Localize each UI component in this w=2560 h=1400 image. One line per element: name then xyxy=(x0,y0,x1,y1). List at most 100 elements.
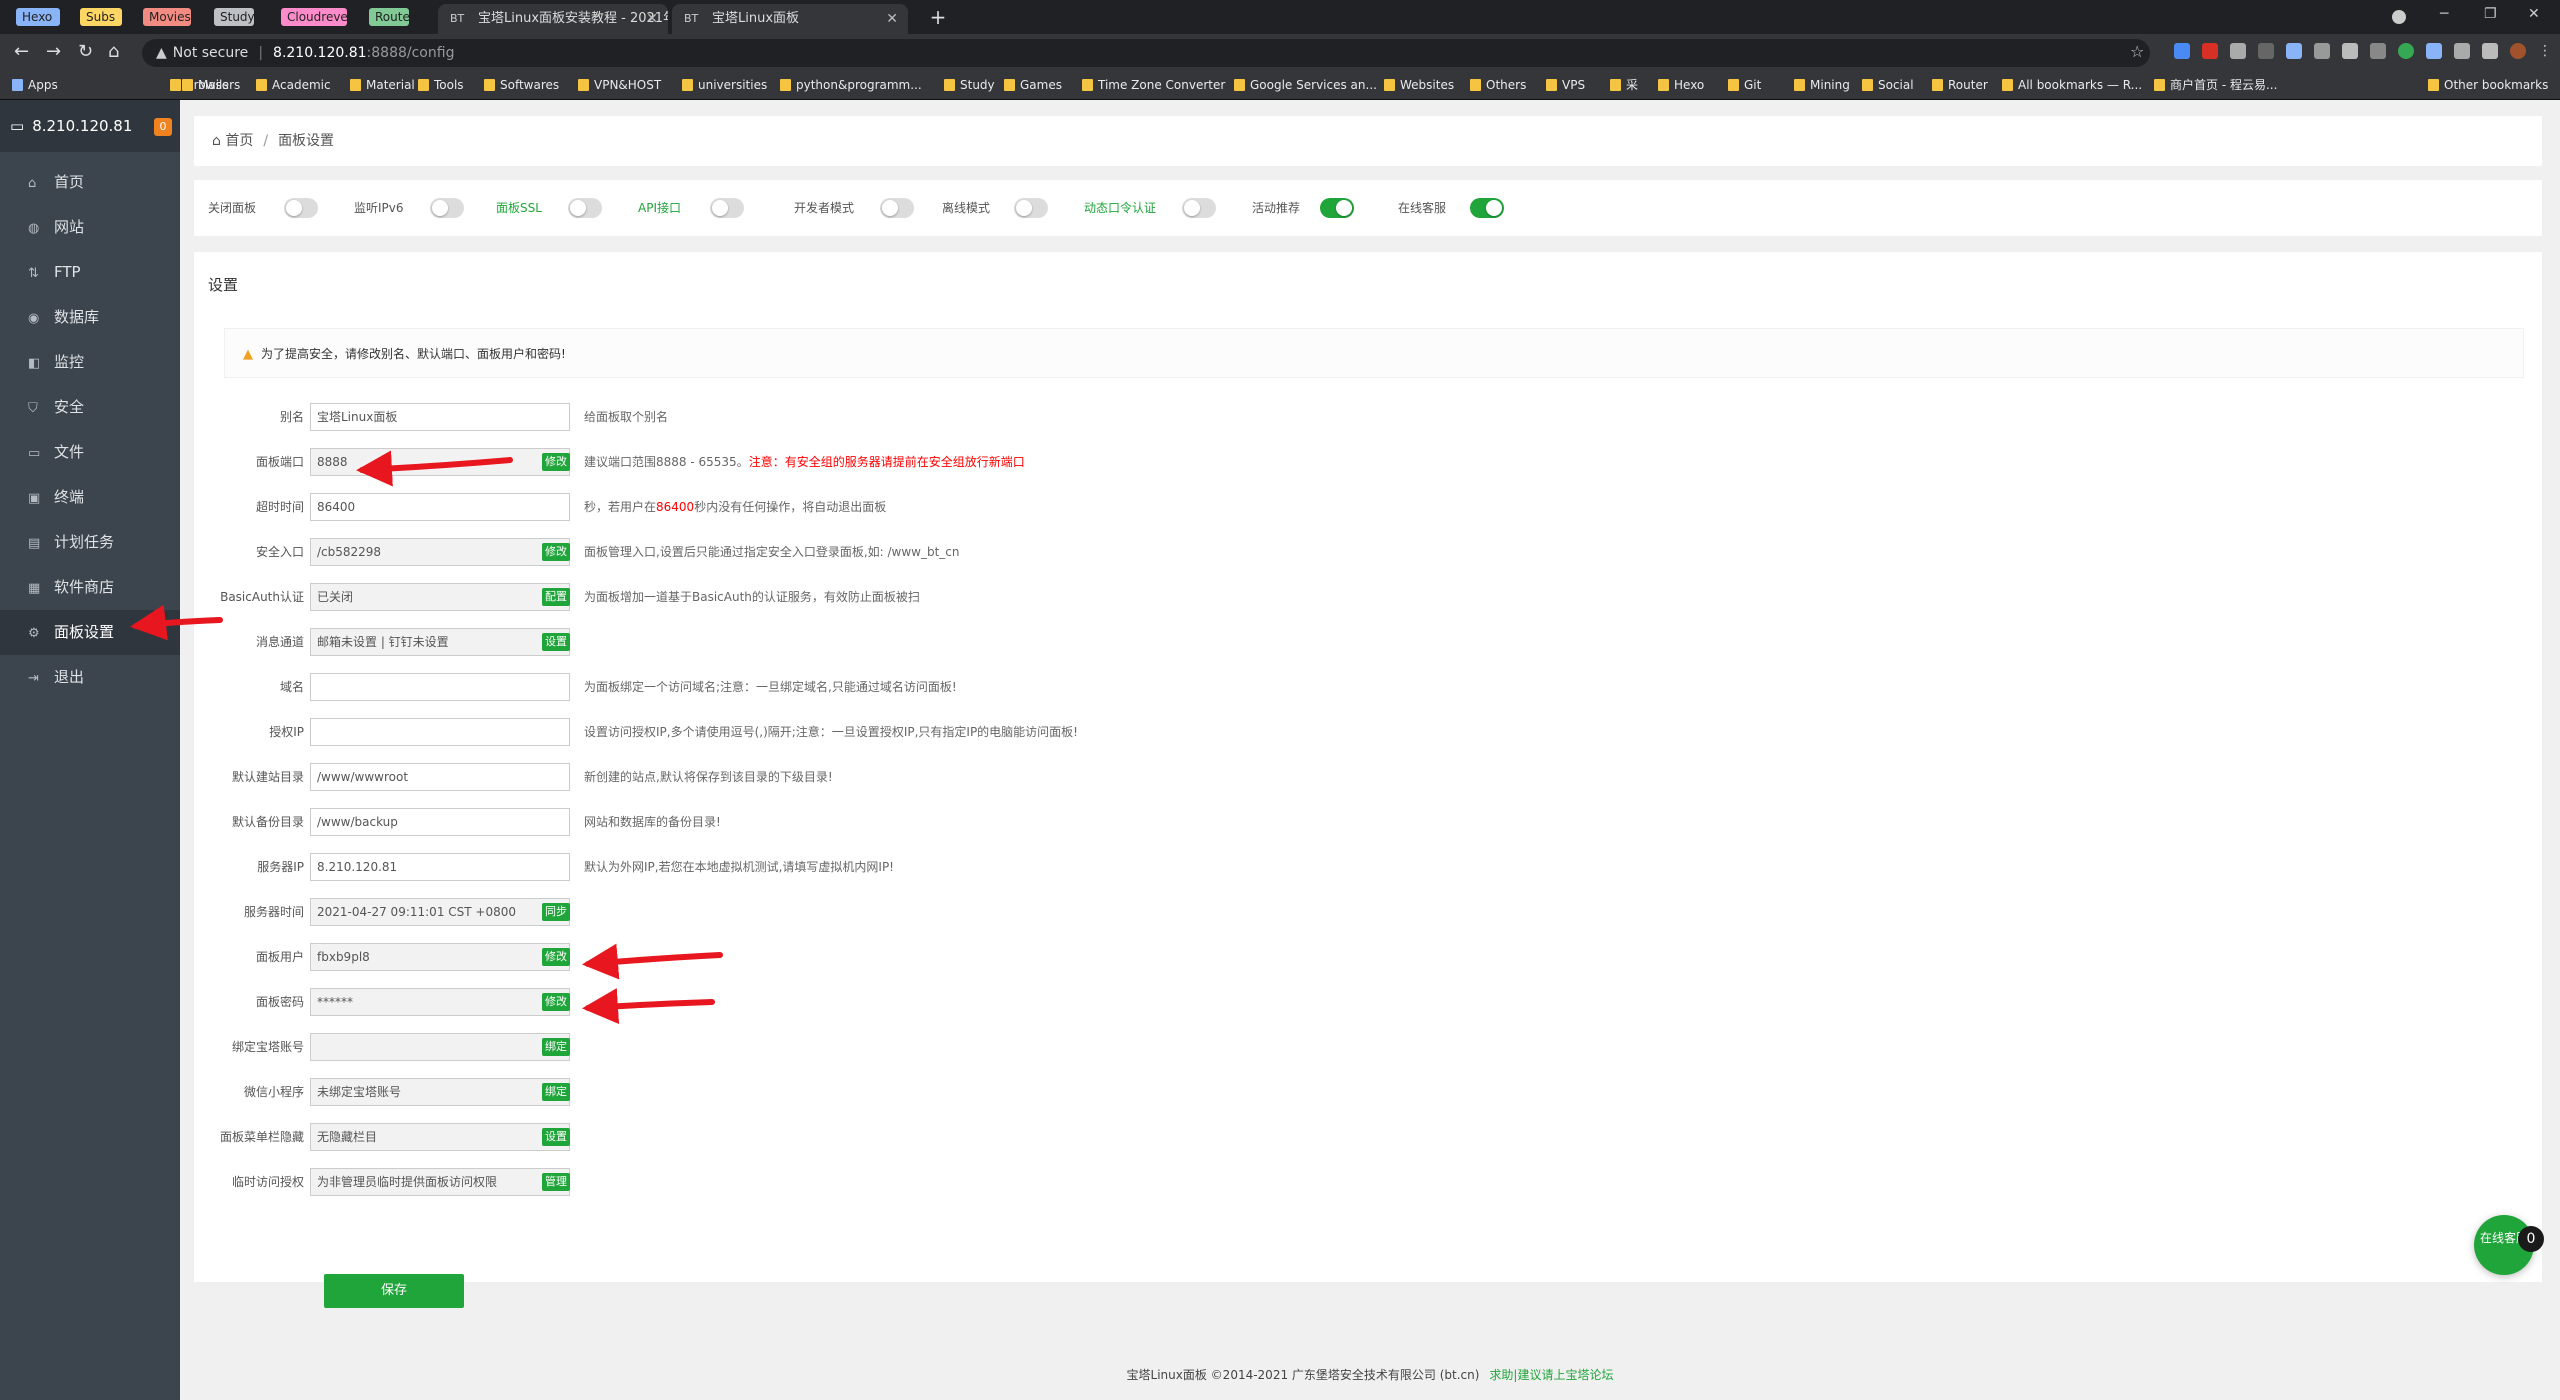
setting-input[interactable]: ****** xyxy=(310,988,570,1016)
tab-active[interactable]: BT 宝塔Linux面板 ✕ xyxy=(672,4,908,34)
bookmark-folder[interactable]: universities xyxy=(682,76,767,94)
sidebar-item-11[interactable]: ⚙ 面板设置 xyxy=(0,610,180,655)
sidebar-item-2[interactable]: ◍ 网站 xyxy=(0,205,180,250)
address-bar[interactable]: ▲ Not secure | 8.210.120.81:8888/config xyxy=(142,39,2150,67)
sidebar-item-6[interactable]: ⛉ 安全 xyxy=(0,385,180,430)
setting-input[interactable] xyxy=(310,718,570,746)
breadcrumb-home[interactable]: 首页 xyxy=(225,133,253,149)
toggle-switch[interactable] xyxy=(1470,198,1504,218)
extension-icon[interactable] xyxy=(2230,43,2246,59)
setting-input[interactable]: 86400 xyxy=(310,493,570,521)
setting-action-button[interactable]: 修改 xyxy=(542,453,570,471)
setting-input[interactable]: fbxb9pl8 xyxy=(310,943,570,971)
bookmark-folder[interactable]: Other bookmarks xyxy=(2428,76,2548,94)
minimize-icon[interactable]: ─ xyxy=(2440,6,2448,22)
setting-input[interactable] xyxy=(310,673,570,701)
setting-input[interactable]: 邮箱未设置 | 钉钉未设置 xyxy=(310,628,570,656)
tab-group-subs[interactable]: Subs xyxy=(80,8,122,26)
tab-group-study[interactable]: Study xyxy=(214,8,255,26)
extension-icon[interactable] xyxy=(2314,43,2330,59)
extension-icon[interactable] xyxy=(2286,43,2302,59)
bookmark-folder[interactable]: Mails xyxy=(182,76,229,94)
setting-action-button[interactable]: 修改 xyxy=(542,543,570,561)
tab-group-router[interactable]: Router xyxy=(369,8,415,26)
setting-action-button[interactable]: 设置 xyxy=(542,633,570,651)
setting-input[interactable]: 8888 xyxy=(310,448,570,476)
sidebar-item-9[interactable]: ▤ 计划任务 xyxy=(0,520,180,565)
extension-icon[interactable] xyxy=(2426,43,2442,59)
bookmark-folder[interactable]: Others xyxy=(1470,76,1526,94)
bookmark-folder[interactable]: Social xyxy=(1862,76,1914,94)
bookmark-folder[interactable]: Google Services an... xyxy=(1234,76,1377,94)
close-tab-icon[interactable]: ✕ xyxy=(646,4,658,34)
home-icon[interactable]: ⌂ xyxy=(108,42,119,62)
menu-dots-icon[interactable]: ⋮ xyxy=(2538,43,2554,59)
profile-icon[interactable] xyxy=(2392,10,2406,24)
extension-icon[interactable] xyxy=(2342,43,2358,59)
adblock-extension-icon[interactable] xyxy=(2202,43,2218,59)
toggle-switch[interactable] xyxy=(284,198,318,218)
bookmark-folder[interactable]: Mining xyxy=(1794,76,1850,94)
bookmark-folder[interactable]: Router xyxy=(1932,76,1988,94)
translate-extension-icon[interactable] xyxy=(2174,43,2190,59)
extension-icon[interactable] xyxy=(2258,43,2274,59)
setting-action-button[interactable]: 配置 xyxy=(542,588,570,606)
bookmark-folder[interactable]: Softwares xyxy=(484,76,559,94)
tab-group-hexo[interactable]: Hexo xyxy=(16,8,60,26)
setting-input[interactable]: /www/wwwroot xyxy=(310,763,570,791)
bookmark-folder[interactable]: Git xyxy=(1728,76,1761,94)
apps-shortcut[interactable]: Apps xyxy=(12,76,58,94)
setting-input[interactable] xyxy=(310,1033,570,1061)
new-tab-button[interactable]: + xyxy=(923,4,953,30)
bookmark-folder[interactable]: 商户首页 - 程云易... xyxy=(2154,76,2277,94)
extension-icon[interactable] xyxy=(2370,43,2386,59)
sidebar-item-5[interactable]: ◧ 监控 xyxy=(0,340,180,385)
close-window-icon[interactable]: ✕ xyxy=(2528,6,2540,22)
sidebar-item-1[interactable]: ⌂ 首页 xyxy=(0,160,180,205)
setting-input[interactable]: 为非管理员临时提供面板访问权限 xyxy=(310,1168,570,1196)
bookmark-folder[interactable]: All bookmarks — R... xyxy=(2002,76,2142,94)
toggle-switch[interactable] xyxy=(1320,198,1354,218)
sidebar-item-8[interactable]: ▣ 终端 xyxy=(0,475,180,520)
bookmark-star-icon[interactable]: ☆ xyxy=(2130,42,2144,61)
sidebar-item-12[interactable]: ⇥ 退出 xyxy=(0,655,180,700)
toggle-switch[interactable] xyxy=(710,198,744,218)
bookmark-folder[interactable]: Hexo xyxy=(1658,76,1704,94)
notification-badge[interactable]: 0 xyxy=(154,118,172,136)
toggle-switch[interactable] xyxy=(1014,198,1048,218)
toggle-switch[interactable] xyxy=(880,198,914,218)
bookmark-folder[interactable]: Websites xyxy=(1384,76,1454,94)
setting-action-button[interactable]: 管理 xyxy=(542,1173,570,1191)
setting-input[interactable]: 2021-04-27 09:11:01 CST +0800 xyxy=(310,898,570,926)
setting-input[interactable]: 8.210.120.81 xyxy=(310,853,570,881)
puzzle-extensions-icon[interactable] xyxy=(2482,43,2498,59)
setting-action-button[interactable]: 绑定 xyxy=(542,1038,570,1056)
tab-group-cloudreve[interactable]: Cloudreve xyxy=(281,8,348,26)
forum-link[interactable]: 求助|建议请上宝塔论坛 xyxy=(1489,1368,1613,1382)
bookmark-folder[interactable]: Tools xyxy=(418,76,464,94)
restore-icon[interactable]: ❐ xyxy=(2484,6,2497,22)
tab-inactive[interactable]: BT 宝塔Linux面板安装教程 - 2021年 ✕ xyxy=(438,4,668,34)
home-icon[interactable]: ⌂ xyxy=(212,133,221,149)
bookmark-folder[interactable]: VPN&HOST xyxy=(578,76,661,94)
toggle-switch[interactable] xyxy=(568,198,602,218)
forward-icon[interactable]: → xyxy=(46,42,61,62)
tab-group-movies[interactable]: Movies xyxy=(143,8,191,26)
setting-action-button[interactable]: 同步 xyxy=(542,903,570,921)
bookmark-folder[interactable]: Time Zone Converter xyxy=(1082,76,1225,94)
bookmark-folder[interactable]: Games xyxy=(1004,76,1062,94)
sidebar-item-7[interactable]: ▭ 文件 xyxy=(0,430,180,475)
bookmark-folder[interactable]: 采 xyxy=(1610,76,1638,94)
bookmark-folder[interactable]: python&programm... xyxy=(780,76,922,94)
setting-input[interactable]: /www/backup xyxy=(310,808,570,836)
setting-action-button[interactable]: 修改 xyxy=(542,948,570,966)
setting-action-button[interactable]: 修改 xyxy=(542,993,570,1011)
sidebar-item-10[interactable]: ▦ 软件商店 xyxy=(0,565,180,610)
setting-action-button[interactable]: 绑定 xyxy=(542,1083,570,1101)
bookmark-folder[interactable]: Academic xyxy=(256,76,331,94)
sidebar-item-3[interactable]: ⇅ FTP xyxy=(0,250,180,295)
setting-input[interactable]: 无隐藏栏目 xyxy=(310,1123,570,1151)
reload-icon[interactable]: ↻ xyxy=(78,42,93,62)
setting-action-button[interactable]: 设置 xyxy=(542,1128,570,1146)
bookmark-folder[interactable]: VPS xyxy=(1546,76,1585,94)
